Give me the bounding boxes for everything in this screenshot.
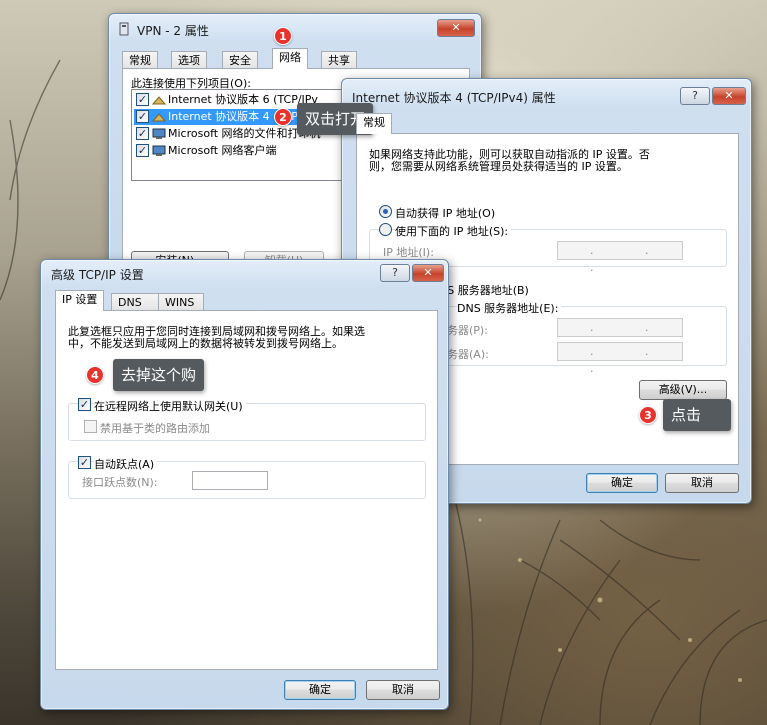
tab-ip-settings[interactable]: IP 设置 [55, 290, 105, 311]
item-checkbox[interactable]: ✓ [136, 93, 149, 106]
item-checkbox[interactable]: ✓ [136, 144, 149, 157]
computer-icon [152, 145, 166, 156]
ok-button[interactable]: 确定 [586, 473, 658, 493]
tab-security[interactable]: 安全 [222, 51, 258, 69]
help-button[interactable]: ? [380, 264, 410, 282]
alternate-dns-field[interactable]: . . . [557, 342, 683, 375]
close-button[interactable]: ✕ [412, 264, 444, 282]
preferred-dns-field[interactable]: . . . [557, 318, 683, 351]
tab-network[interactable]: 网络 [272, 48, 308, 69]
titlebar[interactable]: Internet 协议版本 4 (TCP/IPv4) 属性 ? ✕ [342, 79, 751, 107]
ok-button[interactable]: 确定 [284, 680, 356, 700]
step-badge-1: 1 [274, 27, 292, 45]
cancel-button[interactable]: 取消 [665, 473, 739, 493]
use-default-gateway-checkbox[interactable]: ✓ [78, 398, 91, 411]
item-checkbox[interactable]: ✓ [136, 110, 149, 123]
tab-sharing[interactable]: 共享 [321, 51, 357, 69]
computer-icon [152, 128, 166, 139]
step-badge-3: 3 [639, 406, 657, 424]
close-button[interactable]: ✕ [437, 19, 475, 37]
ip-address-field[interactable]: . . . [557, 241, 683, 274]
callout-click: 点击 [663, 399, 731, 431]
titlebar[interactable]: VPN - 2 属性 ✕ [109, 14, 481, 42]
interface-metric-label: 接口跃点数(N): [82, 476, 158, 489]
use-default-gateway-label[interactable]: 在远程网络上使用默认网关(U) [94, 398, 246, 414]
window-title: VPN - 2 属性 [137, 24, 209, 38]
tab-general[interactable]: 常规 [122, 51, 158, 69]
titlebar[interactable]: 高级 TCP/IP 设置 ? ✕ [41, 260, 448, 288]
preferred-dns-label: 务器(P): [447, 324, 488, 337]
window-title: 高级 TCP/IP 设置 [51, 268, 144, 282]
step-badge-2: 2 [274, 108, 292, 126]
auto-ip-radio[interactable] [379, 205, 392, 218]
description-line-2: 中，不能发送到局域网上的数据将被转发到拨号网络上。 [68, 337, 343, 350]
close-button[interactable]: ✕ [712, 87, 746, 105]
disable-class-route-checkbox[interactable] [84, 420, 97, 433]
tab-dns[interactable]: DNS [111, 293, 159, 311]
manual-ip-label[interactable]: 使用下面的 IP 地址(S): [395, 223, 512, 239]
tab-wins[interactable]: WINS [158, 293, 204, 311]
item-checkbox[interactable]: ✓ [136, 127, 149, 140]
disable-class-route-label[interactable]: 禁用基于类的路由添加 [100, 420, 210, 436]
auto-metric-checkbox[interactable]: ✓ [78, 456, 91, 469]
alternate-dns-label: 务器(A): [447, 348, 489, 361]
dns-auto-label[interactable]: NS 服务器地址(B) [439, 282, 529, 298]
callout-uncheck: 去掉这个购 [113, 359, 205, 391]
protocol-icon [152, 96, 166, 105]
window-title: Internet 协议版本 4 (TCP/IPv4) 属性 [352, 91, 556, 105]
advanced-button[interactable]: 高级(V)... [639, 380, 727, 400]
advanced-tcpip-window: 高级 TCP/IP 设置 ? ✕ IP 设置 DNS WINS 此复选框只应用于… [40, 259, 449, 710]
ip-address-label: IP 地址(I): [383, 246, 434, 259]
auto-metric-label[interactable]: 自动跃点(A) [94, 456, 158, 472]
dns-manual-label[interactable]: DNS 服务器地址(E): [457, 300, 562, 316]
protocol-icon [152, 113, 166, 122]
description-line-2: 则，您需要从网络系统管理员处获得适当的 IP 设置。 [369, 160, 628, 173]
manual-ip-radio[interactable] [379, 223, 392, 236]
auto-ip-label[interactable]: 自动获得 IP 地址(O) [395, 205, 495, 221]
tab-general[interactable]: 常规 [356, 113, 392, 134]
help-button[interactable]: ? [680, 87, 710, 105]
cancel-button[interactable]: 取消 [366, 680, 440, 700]
interface-metric-input[interactable] [192, 471, 268, 490]
connection-icon [119, 22, 129, 36]
tab-options[interactable]: 选项 [171, 51, 207, 69]
step-badge-4: 4 [86, 366, 104, 384]
